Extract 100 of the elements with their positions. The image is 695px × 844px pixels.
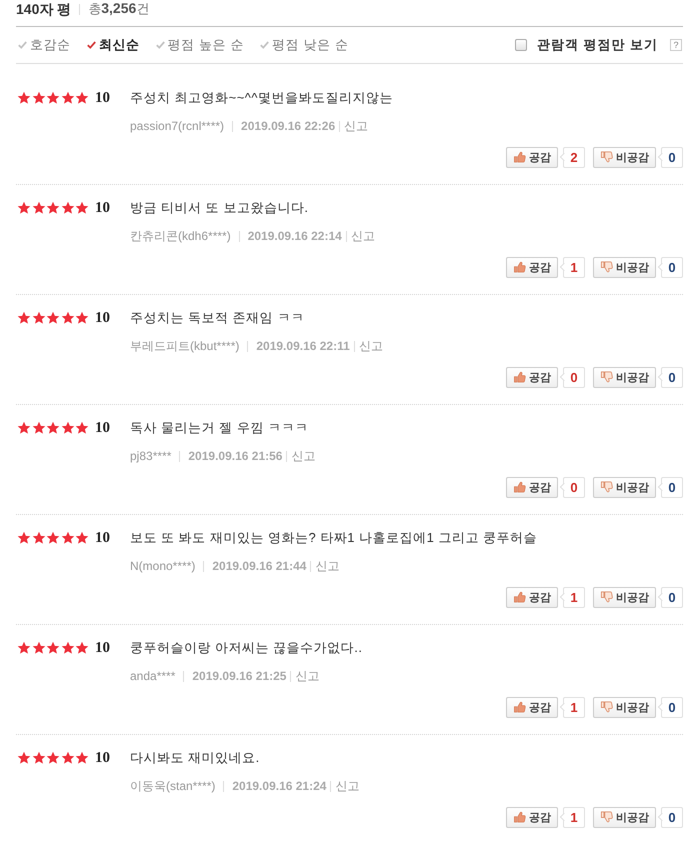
thumbs-down-icon	[600, 811, 613, 823]
star-icon	[17, 421, 31, 435]
like-button[interactable]: 공감	[506, 476, 558, 498]
check-icon	[260, 41, 270, 49]
star-icon	[17, 311, 31, 325]
thumbs-up-icon	[513, 481, 526, 493]
star-icon	[60, 641, 74, 655]
star-icon	[32, 421, 46, 435]
dislike-button[interactable]: 비공감	[593, 256, 656, 278]
star-icon	[60, 421, 74, 435]
header-title: 140자 평	[16, 0, 72, 18]
review-text: 다시봐도 재미있네요.	[130, 749, 260, 767]
author-name: passion7(rcnl****)	[130, 119, 224, 133]
help-button[interactable]: ?	[670, 39, 682, 51]
review-text: 주성치는 독보적 존재임 ㅋㅋ	[130, 309, 304, 327]
thumbs-down-icon	[600, 151, 613, 163]
like-count: 1	[559, 256, 585, 278]
review-date: 2019.09.16 22:26	[241, 119, 336, 133]
rating-score: 10	[95, 200, 111, 216]
rating-score: 10	[95, 310, 111, 326]
star-icon	[32, 311, 46, 325]
star-icon	[46, 311, 60, 325]
check-icon	[18, 41, 27, 49]
dislike-button[interactable]: 비공감	[593, 586, 656, 608]
thumbs-up-icon	[513, 811, 526, 823]
like-button[interactable]: 공감	[506, 696, 558, 718]
dislike-button[interactable]: 비공감	[593, 366, 656, 388]
star-icon	[75, 421, 89, 435]
like-button[interactable]: 공감	[506, 366, 558, 388]
review-date: 2019.09.16 21:44	[212, 559, 306, 573]
sort-option[interactable]: 평점 높은 순	[156, 36, 244, 54]
sort-option[interactable]: 호감순	[18, 36, 71, 54]
dislike-count: 0	[657, 476, 683, 498]
dislike-count: 0	[657, 806, 683, 828]
author-name: 칸츄리콘(kdh6****)	[130, 228, 231, 244]
review-text: 주성치 최고영화~~^^몇번을봐도질리지않는	[130, 89, 393, 107]
dislike-button[interactable]: 비공감	[593, 696, 656, 718]
star-icon	[60, 91, 74, 105]
dislike-count: 0	[657, 256, 683, 278]
thumbs-down-icon	[600, 481, 613, 493]
author-name: 부레드피트(kbut****)	[130, 338, 240, 354]
star-icon	[46, 91, 60, 105]
star-icon	[75, 91, 89, 105]
star-icon	[60, 531, 74, 545]
star-icon	[46, 201, 60, 215]
author-name: pj83****	[130, 449, 172, 463]
review-date: 2019.09.16 22:11	[256, 339, 350, 353]
star-icon	[60, 311, 74, 325]
dislike-button[interactable]: 비공감	[593, 476, 656, 498]
like-count: 1	[559, 586, 585, 608]
star-icon	[32, 531, 46, 545]
thumbs-down-icon	[600, 371, 613, 383]
star-icon	[46, 751, 60, 765]
like-button[interactable]: 공감	[506, 256, 558, 278]
review-text: 방금 티비서 또 보고왔습니다.	[130, 199, 308, 217]
dislike-count: 0	[657, 146, 683, 168]
total-count: 총3,256건	[88, 0, 150, 18]
star-icon	[17, 201, 31, 215]
like-button[interactable]: 공감	[506, 806, 558, 828]
star-icon	[32, 91, 46, 105]
rating-score: 10	[95, 640, 111, 656]
star-icon	[75, 641, 89, 655]
rating-score: 10	[95, 530, 111, 546]
thumbs-up-icon	[513, 371, 526, 383]
star-icon	[75, 201, 89, 215]
like-count: 0	[559, 476, 585, 498]
like-count: 1	[559, 806, 585, 828]
star-icon	[17, 751, 31, 765]
like-button[interactable]: 공감	[506, 146, 558, 168]
rating-score: 10	[95, 90, 111, 106]
check-icon	[156, 41, 165, 49]
sort-option[interactable]: 평점 낮은 순	[260, 36, 348, 54]
thumbs-down-icon	[600, 261, 613, 273]
star-icon	[17, 91, 31, 105]
star-icon	[46, 421, 60, 435]
dislike-button[interactable]: 비공감	[593, 146, 656, 168]
dislike-button[interactable]: 비공감	[593, 806, 656, 828]
star-icon	[60, 751, 74, 765]
star-icon	[75, 311, 89, 325]
star-icon	[60, 201, 74, 215]
dislike-count: 0	[657, 586, 683, 608]
dislike-count: 0	[657, 366, 683, 388]
review-date: 2019.09.16 22:14	[248, 229, 342, 243]
sort-option[interactable]: 최신순	[86, 36, 140, 54]
star-icon	[75, 531, 89, 545]
like-count: 2	[559, 146, 585, 168]
rating-score: 10	[95, 420, 111, 436]
author-name: anda****	[130, 669, 176, 683]
thumbs-down-icon	[600, 591, 613, 603]
review-date: 2019.09.16 21:25	[192, 669, 286, 683]
like-count: 1	[559, 696, 585, 718]
star-icon	[32, 201, 46, 215]
thumbs-up-icon	[513, 591, 526, 603]
like-button[interactable]: 공감	[506, 586, 558, 608]
rating-score: 10	[95, 750, 111, 766]
author-name: 이동욱(stan****)	[130, 778, 216, 794]
checkbox[interactable]	[514, 39, 527, 51]
star-icon	[46, 641, 60, 655]
review-text: 쿵푸허슬이랑 아저씨는 끊을수가없다..	[130, 639, 362, 657]
thumbs-up-icon	[513, 701, 526, 713]
